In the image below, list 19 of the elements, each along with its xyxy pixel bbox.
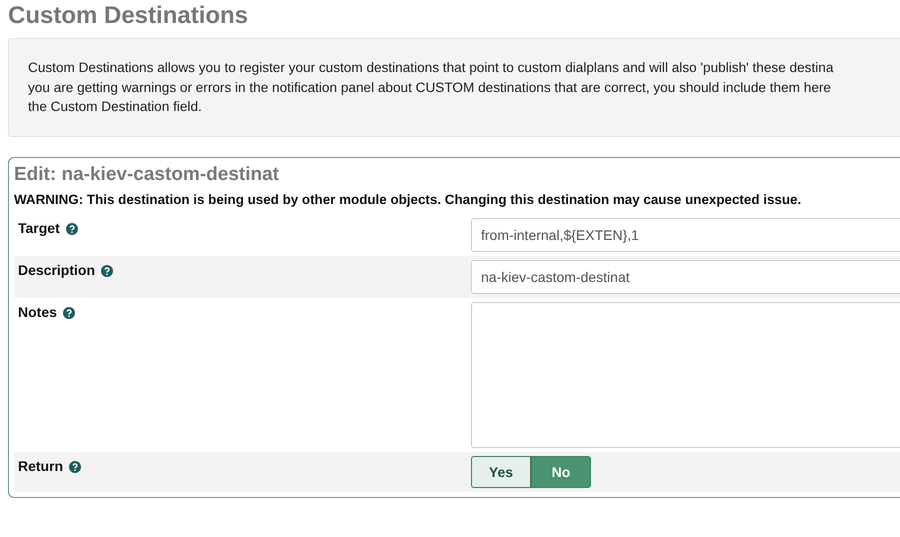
field-label: Target xyxy=(18,220,60,236)
field-label: Return xyxy=(18,458,64,474)
help-icon[interactable] xyxy=(101,265,114,277)
text-field[interactable]: na-kiev-castom-destinat xyxy=(471,260,900,294)
panel-title: Edit: na-kiev-castom-destinat xyxy=(14,163,280,187)
info-text: Custom Destinations allows you to register your custom destinations that point to custom dialplans and will also 'publish' these destina xyxy=(28,59,834,77)
help-icon[interactable] xyxy=(62,307,75,319)
notes-field[interactable] xyxy=(471,302,900,448)
text-field[interactable]: from-internal,${EXTEN},1 xyxy=(471,218,900,252)
field-label: Description xyxy=(18,262,96,278)
warning-text: WARNING: This destination is being used by other module objects. Changing this destination may cause unexpected issue. xyxy=(14,191,802,209)
help-icon[interactable] xyxy=(66,223,78,235)
field-label: Notes xyxy=(18,304,57,320)
toggle-option[interactable]: No xyxy=(531,456,591,488)
page-title: Custom Destinations xyxy=(8,1,250,31)
info-text: you are getting warnings or errors in the notification panel about CUSTOM destinations that are correct, you should include them here xyxy=(28,78,832,97)
help-icon[interactable] xyxy=(69,461,82,473)
info-text: the Custom Destination field. xyxy=(28,98,203,116)
toggle-option[interactable]: Yes xyxy=(471,456,531,488)
